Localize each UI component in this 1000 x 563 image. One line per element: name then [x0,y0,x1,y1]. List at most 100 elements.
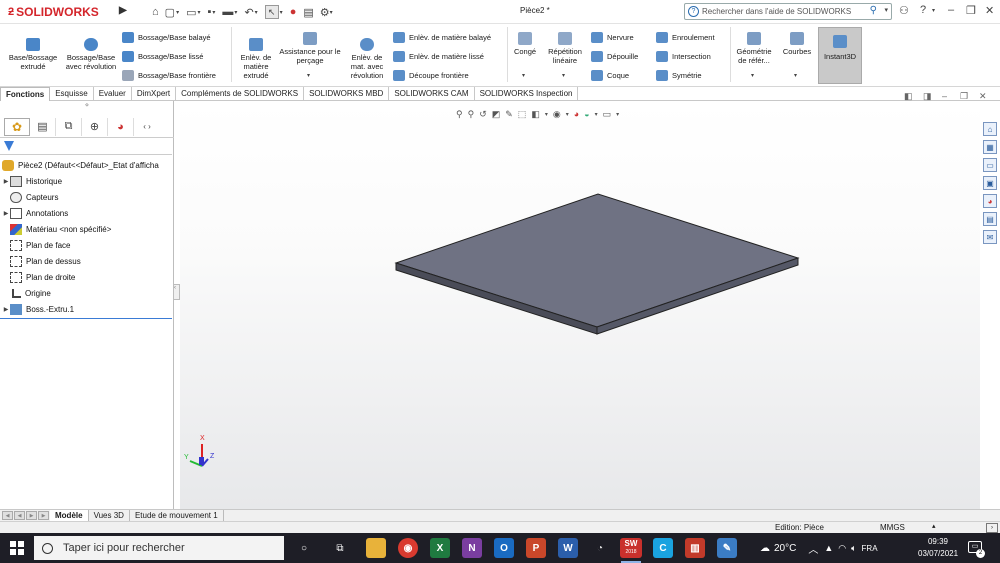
tree-item-sensors[interactable]: Capteurs [10,189,58,205]
extruded-cut-button[interactable]: Enlèv. de matière extrudé [236,38,276,80]
next-tab-icon[interactable]: ▶ [26,511,37,520]
print-dropdown-icon[interactable]: ▾ [234,9,237,16]
mirror-button[interactable]: Symétrie [656,68,702,82]
hole-wizard-button[interactable]: Assistance pour le perçage [278,32,342,65]
expand-arrow-icon[interactable]: ▶ [2,210,10,217]
tree-item-boss-extrude[interactable]: ▶ Boss.-Extru.1 [2,301,74,317]
select-icon[interactable]: ↖ [264,5,279,19]
tab-dimxpert[interactable]: DimXpert [132,87,177,101]
boundary-cut-button[interactable]: Découpe frontière [393,68,469,82]
rib-button[interactable]: Nervure [591,30,634,44]
curves-button[interactable]: Courbes [778,32,816,56]
open-dropdown-icon[interactable]: ▾ [197,9,200,16]
network-icon[interactable]: ◠ [838,543,846,554]
display-manager-tab-icon[interactable]: ◕ [108,117,134,136]
tab-complements[interactable]: Compléments de SOLIDWORKS [176,87,305,101]
camera-app-icon[interactable]: C [653,538,673,558]
options-gear-icon[interactable]: ⚙ [320,6,330,19]
chrome-icon[interactable]: ◉ [398,538,418,558]
tree-root-part[interactable]: Pièce2 (Défaut<<Défaut>_Etat d'afficha [2,157,159,173]
onenote-icon[interactable]: N [462,538,482,558]
apply-scene-icon[interactable]: ◒ [584,109,589,119]
swept-cut-button[interactable]: Enlèv. de matière balayé [393,30,491,44]
rollback-bar[interactable] [0,318,172,319]
tree-item-material[interactable]: Matériau <non spécifié> [10,221,111,237]
tab-motion-study[interactable]: Etude de mouvement 1 [130,510,224,521]
graphics-area[interactable]: X Y Z [180,101,980,509]
winrar-icon[interactable]: ▥ [685,538,705,558]
new-dropdown-icon[interactable]: ▾ [176,9,179,16]
tree-item-annotations[interactable]: ▶ Annotations [2,205,68,221]
volume-icon[interactable]: 🔈︎ [851,543,856,554]
tab-3d-views[interactable]: Vues 3D [89,510,130,521]
fillet-dropdown-icon[interactable]: ▾ [522,72,525,79]
hide-show-items-icon[interactable]: ◉ [553,109,561,120]
taskbar-clock[interactable]: 09:39 03/07/2021 [918,536,958,560]
plate-top-face[interactable] [394,193,800,328]
status-options-icon[interactable]: › [986,523,998,533]
custom-properties-icon[interactable]: ▤ [983,212,997,226]
file-explorer-icon[interactable] [366,538,386,558]
tree-filter-bar[interactable] [0,139,172,155]
close-icon[interactable]: ✕ [985,4,994,17]
tray-overflow-icon[interactable]: ︿ [808,541,818,556]
doc-close-icon[interactable]: ✕ [979,91,987,102]
previous-tab-icon[interactable]: ◀ [14,511,25,520]
last-tab-icon[interactable]: ▶ [38,511,49,520]
search-dropdown-icon[interactable]: ▾ [884,6,888,14]
lofted-cut-button[interactable]: Enlèv. de matière lissé [393,49,484,63]
print-icon[interactable]: ▬ [222,6,233,18]
unit-system[interactable]: MMGS [880,523,905,532]
tab-esquisse[interactable]: Esquisse [50,87,94,101]
tab-cam[interactable]: SOLIDWORKS CAM [389,87,475,101]
doc-minimize-icon[interactable]: – [942,91,947,101]
home-icon[interactable]: ⌂ [152,6,159,18]
save-icon[interactable]: ▪ [208,6,212,18]
word-icon[interactable]: W [558,538,578,558]
options-dropdown-icon[interactable]: ▾ [330,9,333,16]
open-icon[interactable]: ▭ [186,6,196,19]
weather-cloud-icon[interactable]: ☁ [760,543,770,554]
tab-evaluer[interactable]: Evaluer [94,87,132,101]
dimxpert-manager-tab-icon[interactable]: ⊕ [82,117,108,136]
tab-model[interactable]: Modèle [50,510,89,521]
hole-wizard-dropdown-icon[interactable]: ▾ [307,72,310,79]
wrap-button[interactable]: Enroulement [656,30,715,44]
menu-expand-icon[interactable]: ▶ [119,5,127,16]
linear-pattern-button[interactable]: Répétition linéaire [541,32,589,65]
save-dropdown-icon[interactable]: ▾ [212,9,215,16]
expand-arrow-icon[interactable]: ▶ [2,178,10,185]
view-settings-dropdown-icon[interactable]: ▾ [616,111,619,118]
property-manager-tab-icon[interactable]: ▤ [30,117,56,136]
draft-button[interactable]: Dépouille [591,49,638,63]
view-palette-icon[interactable]: ▣ [983,176,997,190]
display-style-icon[interactable]: ◧ [531,109,540,120]
forum-icon[interactable]: ✉ [983,230,997,244]
section-view-icon[interactable]: ◩ [492,109,501,120]
tab-mbd[interactable]: SOLIDWORKS MBD [304,87,390,101]
revolved-cut-button[interactable]: Enlèv. de mat. avec révolution [344,38,390,80]
minimize-icon[interactable]: – [948,4,954,16]
tree-item-right-plane[interactable]: Plan de droite [10,269,75,285]
hide-show-dropdown-icon[interactable]: ▾ [566,111,569,118]
view-orientation-icon[interactable]: ⬚ [518,109,527,120]
select-dropdown-icon[interactable]: ▾ [280,9,283,16]
tree-item-history[interactable]: ▶ Historique [2,173,62,189]
instant3d-button[interactable]: Instant3D [818,27,862,84]
language-indicator[interactable]: FRA [862,544,878,553]
solidworks-resources-icon[interactable]: ⌂ [983,122,997,136]
help-icon[interactable]: ? [920,4,926,16]
configuration-manager-tab-icon[interactable]: ⧉ [56,117,82,136]
display-style-dropdown-icon[interactable]: ▾ [545,111,548,118]
view-settings-icon[interactable]: ▭ [603,109,612,120]
new-document-icon[interactable]: ▢ [165,6,175,19]
design-library-icon[interactable]: ▦ [983,140,997,154]
dynamic-annotation-icon[interactable]: ✎ [505,109,513,120]
notes-app-icon[interactable]: ✎ [717,538,737,558]
tabs-scroll-icon[interactable]: ‹ › [134,118,160,136]
tab-inspection[interactable]: SOLIDWORKS Inspection [475,87,579,101]
appearances-icon[interactable]: ◕ [983,194,997,208]
reference-geometry-button[interactable]: Géométrie de référ... [733,32,775,65]
file-properties-icon[interactable]: ▤ [303,6,313,19]
help-dropdown-icon[interactable]: ▾ [932,7,935,14]
